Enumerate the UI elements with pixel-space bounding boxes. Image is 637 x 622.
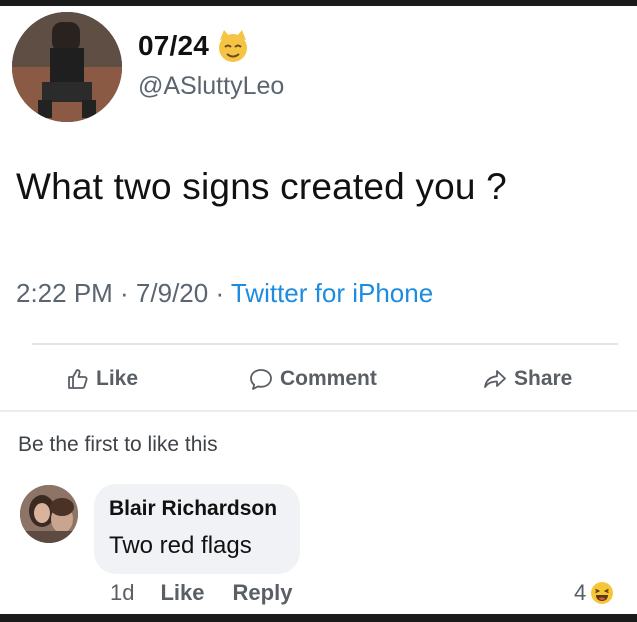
tweet-author-name-row: 07/24 <box>138 28 251 64</box>
user-handle[interactable]: @ASluttyLeo <box>138 72 284 101</box>
commenter-photo <box>20 485 78 543</box>
like-label: Like <box>96 367 139 390</box>
comment-label: Comment <box>280 367 377 390</box>
tweet-meta: 2:22 PM · 7/9/20 · Twitter for iPhone <box>16 278 433 309</box>
like-button[interactable]: Like <box>66 356 138 402</box>
thumbs-up-icon <box>68 369 88 389</box>
haha-reaction-icon <box>591 582 614 604</box>
comment-actions: 1d Like Reply <box>110 580 292 606</box>
comment-reactions[interactable]: 4 <box>574 580 614 606</box>
bottom-border <box>0 614 637 622</box>
comment-age[interactable]: 1d <box>110 580 134 606</box>
share-arrow-icon <box>484 370 506 388</box>
likes-summary: Be the first to like this <box>18 433 218 456</box>
profile-avatar[interactable] <box>12 12 122 122</box>
commenter-avatar[interactable] <box>20 485 78 543</box>
comment-button[interactable]: Comment <box>248 356 377 402</box>
comment-text: Two red flags <box>109 532 252 559</box>
display-name[interactable]: 07/24 <box>138 30 209 62</box>
reaction-count: 4 <box>574 580 587 605</box>
comment-author[interactable]: Blair Richardson <box>109 497 277 521</box>
post-actions-bar: Like Comment Share <box>0 356 637 402</box>
share-label: Share <box>514 367 573 390</box>
smirking-cat-emoji-icon <box>219 30 248 62</box>
tweet-text: What two signs created you ? <box>16 166 507 207</box>
avatar-photo <box>12 12 122 122</box>
comment-reply-button[interactable]: Reply <box>233 580 293 606</box>
speech-bubble-icon <box>250 369 272 390</box>
share-button[interactable]: Share <box>482 356 572 402</box>
divider <box>32 343 618 345</box>
comment-like-button[interactable]: Like <box>160 580 204 606</box>
tweet-source-link[interactable]: Twitter for iPhone <box>231 278 433 308</box>
top-border <box>0 0 637 6</box>
tweet-timestamp[interactable]: 2:22 PM · 7/9/20 · <box>16 278 231 308</box>
divider <box>0 410 637 412</box>
